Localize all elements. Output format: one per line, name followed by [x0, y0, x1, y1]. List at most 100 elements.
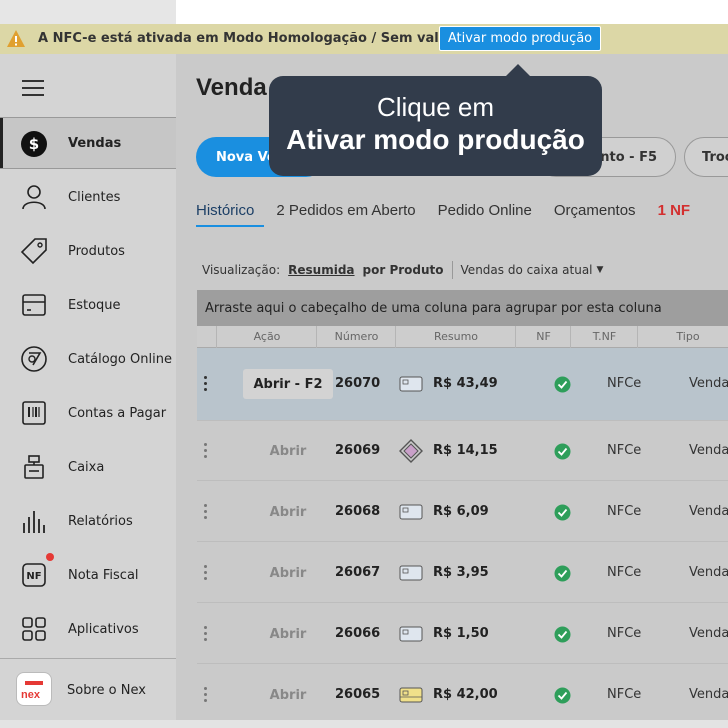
sidebar-item-label: Contas a Pagar [68, 405, 167, 421]
user-icon [22, 185, 46, 210]
bar-chart-icon [23, 511, 45, 533]
sidebar-item-label: Caixa [68, 459, 105, 475]
sidebar-item-sobre[interactable]: nex Sobre o Nex [0, 664, 176, 716]
sidebar-item-produtos[interactable]: Produtos [0, 225, 176, 277]
table-row[interactable]: Abrir 26066 R$ 1,50 NFCe Venda [197, 604, 728, 664]
tooltip-line-2: Ativar modo produção [286, 124, 585, 155]
open-sale-button[interactable]: Abrir [243, 436, 333, 466]
sidebar-item-contas-a-pagar[interactable]: Contas a Pagar [0, 387, 176, 439]
sidebar-item-nota-fiscal[interactable]: NF Nota Fiscal [0, 549, 176, 601]
row-menu-icon[interactable] [204, 443, 210, 461]
nf-icon-text: NF [26, 571, 41, 582]
nf-type: NFCe [607, 504, 642, 519]
sale-number: 26066 [335, 626, 381, 641]
sale-type: Venda [689, 443, 728, 458]
table-row[interactable]: Abrir 26065 R$ 42,00 NFCe Venda [197, 665, 728, 725]
activate-production-button[interactable]: Ativar modo produção [439, 26, 601, 51]
card-icon [399, 376, 423, 392]
sale-number: 26070 [335, 376, 381, 391]
column-header-resumo[interactable]: Resumo [396, 330, 516, 343]
sidebar-item-caixa[interactable]: Caixa [0, 441, 176, 493]
sale-number: 26069 [335, 443, 381, 458]
sale-value: R$ 1,50 [433, 626, 489, 641]
sidebar-item-label: Relatórios [68, 513, 133, 529]
open-sale-button[interactable]: Abrir [243, 619, 333, 649]
column-header-tipo[interactable]: Tipo [638, 330, 728, 343]
warning-icon [7, 30, 25, 47]
sidebar-item-estoque[interactable]: Estoque [0, 279, 176, 331]
homologation-banner: A NFC-e está ativada em Modo Homologação… [0, 24, 728, 54]
banner-text: A NFC-e está ativada em Modo Homologação… [38, 31, 497, 46]
tab-pedido-online[interactable]: Pedido Online [438, 202, 532, 219]
tab-nf[interactable]: 1 NF [658, 202, 691, 219]
tab-historico[interactable]: Histórico [196, 202, 254, 219]
tab-pedidos-em-aberto[interactable]: 2 Pedidos em Aberto [276, 202, 415, 219]
exchange-button[interactable]: Troc [684, 137, 728, 177]
sidebar-item-relatorios[interactable]: Relatórios [0, 495, 176, 547]
box-icon [22, 294, 46, 316]
barcode-icon [22, 401, 46, 425]
register-icon [24, 455, 44, 479]
table-row[interactable]: Abrir 26069 R$ 14,15 NFCe Venda [197, 421, 728, 481]
column-header-tnf[interactable]: T.NF [571, 330, 638, 343]
sale-value: R$ 42,00 [433, 687, 498, 702]
nex-logo-text: nex [21, 689, 40, 701]
sidebar-item-vendas[interactable]: $ Vendas [0, 117, 176, 169]
sale-type: Venda [689, 626, 728, 641]
column-header-numero[interactable]: Número [317, 330, 396, 343]
sidebar-item-clientes[interactable]: Clientes [0, 171, 176, 223]
table-row[interactable]: Abrir - F2 26070 R$ 43,49 NFCe Venda [197, 348, 728, 421]
hamburger-menu-icon[interactable] [22, 80, 44, 96]
sale-type: Venda [689, 687, 728, 702]
sidebar-item-label: Aplicativos [68, 621, 139, 637]
column-header-nf[interactable]: NF [516, 330, 571, 343]
nf-type: NFCe [607, 376, 642, 391]
view-separator [451, 261, 453, 279]
table-row[interactable]: Abrir 26068 R$ 6,09 NFCe Venda [197, 482, 728, 542]
sidebar-item-label: Vendas [68, 135, 122, 151]
sale-number: 26065 [335, 687, 381, 702]
sidebar-item-label: Estoque [68, 297, 121, 313]
open-sale-button[interactable]: Abrir [243, 558, 333, 588]
row-menu-icon[interactable] [204, 626, 210, 644]
active-tab-indicator [196, 225, 264, 227]
sale-type: Venda [689, 376, 728, 391]
tab-orcamentos[interactable]: Orçamentos [554, 202, 636, 219]
open-sale-button[interactable]: Abrir - F2 [243, 369, 333, 399]
nex-logo: nex [16, 672, 52, 706]
sidebar: $ Vendas Clientes Produtos Estoque Catál… [0, 54, 176, 728]
caret-down-icon[interactable]: ▼ [597, 265, 604, 275]
cash-filter-dropdown[interactable]: Vendas do caixa atual [461, 263, 593, 277]
check-circle-icon [554, 687, 571, 704]
group-by-drop-zone[interactable]: Arraste aqui o cabeçalho de uma coluna p… [197, 290, 728, 326]
page-title: Venda [196, 74, 267, 101]
view-label: Visualização: [202, 263, 281, 277]
sidebar-item-label: Catálogo Online [68, 351, 172, 367]
grid-header: Ação Número Resumo NF T.NF Tipo [197, 326, 728, 348]
tag-icon [20, 238, 47, 265]
view-by-product-option[interactable]: por Produto [363, 263, 444, 277]
pix-icon [399, 439, 423, 463]
sale-value: R$ 3,95 [433, 565, 489, 580]
nf-type: NFCe [607, 443, 642, 458]
row-menu-icon[interactable] [204, 376, 210, 394]
check-circle-icon [554, 376, 571, 393]
view-summary-option[interactable]: Resumida [288, 263, 354, 277]
tabs: Histórico 2 Pedidos em Aberto Pedido Onl… [196, 202, 712, 219]
check-circle-icon [554, 565, 571, 582]
coach-tooltip: Clique em Ativar modo produção [269, 64, 602, 176]
sale-type: Venda [689, 504, 728, 519]
sidebar-item-aplicativos[interactable]: Aplicativos [0, 603, 176, 655]
open-sale-button[interactable]: Abrir [243, 497, 333, 527]
sidebar-item-label: Produtos [68, 243, 125, 259]
row-menu-icon[interactable] [204, 504, 210, 522]
sale-number: 26067 [335, 565, 381, 580]
table-row[interactable]: Abrir 26067 R$ 3,95 NFCe Venda [197, 543, 728, 603]
sidebar-item-catalogo-online[interactable]: Catálogo Online [0, 333, 176, 385]
column-header-acao[interactable]: Ação [217, 330, 317, 343]
row-menu-icon[interactable] [204, 565, 210, 583]
sale-value: R$ 43,49 [433, 376, 498, 391]
check-circle-icon [554, 626, 571, 643]
open-sale-button[interactable]: Abrir [243, 680, 333, 710]
row-menu-icon[interactable] [204, 687, 210, 705]
